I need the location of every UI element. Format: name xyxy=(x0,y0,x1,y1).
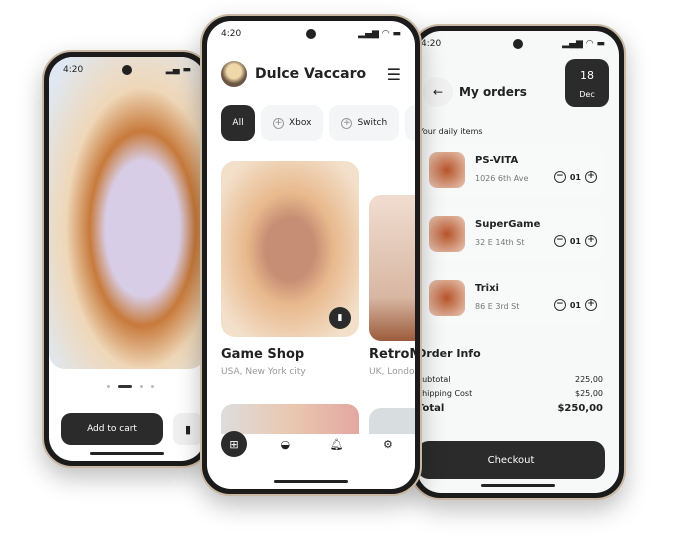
minus-button[interactable]: − xyxy=(553,235,566,247)
item-thumbnail xyxy=(429,152,465,188)
add-to-cart-button[interactable]: Add to cart xyxy=(61,413,163,445)
order-item[interactable]: SuperGame 32 E 14th St −01 + xyxy=(421,207,605,261)
gear-icon[interactable]: ⚙ xyxy=(375,431,401,457)
home-indicator xyxy=(90,452,164,455)
camera xyxy=(513,39,523,49)
checkout-button[interactable]: Checkout xyxy=(417,441,605,479)
item-thumbnail xyxy=(429,280,465,316)
filter-more[interactable]: + xyxy=(405,105,415,141)
home-indicator xyxy=(274,480,348,483)
back-button[interactable]: ← xyxy=(423,77,453,107)
shop-card-image[interactable]: ▮ xyxy=(221,161,359,337)
bell-icon[interactable]: 🔔︎ xyxy=(324,431,350,457)
order-info-title: Order Info xyxy=(417,347,481,360)
minus-button[interactable]: − xyxy=(553,299,566,311)
home-phone: 4:20 ▂▄▆ ◠ ▬ Dulce Vaccaro ☰ All + Xbox + Sw… xyxy=(200,14,422,496)
shop-card-image[interactable] xyxy=(369,195,415,341)
section-label: Your daily items xyxy=(419,127,483,136)
minus-button[interactable]: − xyxy=(553,171,566,183)
plus-button[interactable]: + xyxy=(585,299,597,311)
cart-icon[interactable]: ◒ xyxy=(272,431,298,457)
order-item[interactable]: PS-VITA 1026 6th Ave −01 + xyxy=(421,143,605,197)
subtotal-label: Subtotal xyxy=(417,375,451,384)
avatar[interactable] xyxy=(221,61,247,87)
product-phone: 4:20 ▂▄ ▬ Add to cart ▮ xyxy=(42,50,212,468)
shipping-value: $25,00 xyxy=(575,389,603,398)
total-value: $250,00 xyxy=(557,403,603,414)
item-thumbnail xyxy=(429,216,465,252)
date-badge[interactable]: 18 Dec xyxy=(565,59,609,107)
subtotal-value: 225,00 xyxy=(575,375,603,384)
status-time: 4:20 xyxy=(221,29,242,39)
bookmark-button[interactable]: ▮ xyxy=(173,413,203,445)
shop-title[interactable]: Game Shop xyxy=(221,347,304,362)
order-item[interactable]: Trixi 86 E 3rd St −01 + xyxy=(421,271,605,325)
signal-icon: ▂▄ ▬ xyxy=(165,65,191,75)
filter-xbox[interactable]: + Xbox xyxy=(261,105,324,141)
camera xyxy=(122,65,132,75)
plus-icon: + xyxy=(341,117,353,129)
home-indicator xyxy=(481,484,555,487)
menu-icon[interactable]: ☰ xyxy=(387,65,401,84)
shop-location: UK, London xyxy=(369,367,415,377)
plus-button[interactable]: + xyxy=(585,235,597,247)
shipping-label: Shipping Cost xyxy=(417,389,473,398)
page-title: My orders xyxy=(459,85,527,99)
user-name: Dulce Vaccaro xyxy=(255,66,367,82)
camera xyxy=(306,29,316,39)
plus-button[interactable]: + xyxy=(585,171,597,183)
bookmark-icon[interactable]: ▮ xyxy=(329,307,351,329)
shop-title[interactable]: RetroM xyxy=(369,347,415,362)
carousel-dots[interactable] xyxy=(107,385,154,388)
status-time: 4:20 xyxy=(421,39,442,49)
bottom-nav: ⊞ ◒ 🔔︎ ⚙ xyxy=(221,431,401,457)
filter-switch[interactable]: + Switch xyxy=(329,105,400,141)
product-image xyxy=(49,57,205,369)
filter-all[interactable]: All xyxy=(221,105,255,141)
orders-phone: 4:20 ▂▄▆ ◠ ▬ ← My orders 18 Dec Your daily… xyxy=(410,24,626,500)
status-time: 4:20 xyxy=(63,65,84,75)
plus-icon: + xyxy=(273,117,284,129)
shop-card-image[interactable] xyxy=(221,404,359,434)
grid-icon[interactable]: ⊞ xyxy=(221,431,247,457)
shop-location: USA, New York city xyxy=(221,367,306,377)
signal-icon: ▂▄▆ ◠ ▬ xyxy=(562,39,605,49)
signal-icon: ▂▄▆ ◠ ▬ xyxy=(358,29,401,39)
